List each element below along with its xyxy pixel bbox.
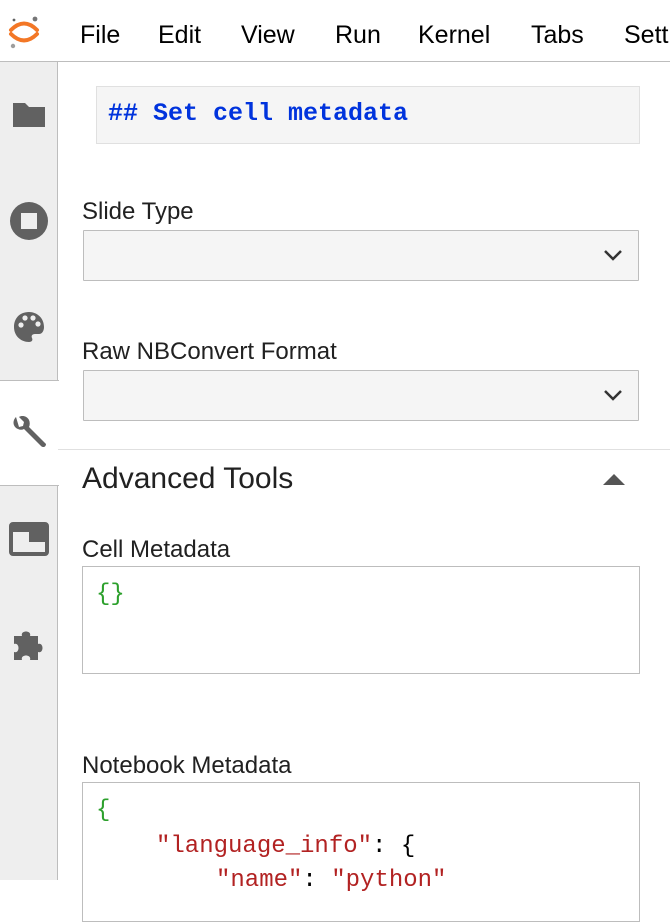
json-value: "python" bbox=[331, 867, 447, 894]
json-key: "language_info" bbox=[156, 833, 373, 860]
menu-edit[interactable]: Edit bbox=[158, 20, 201, 50]
puzzle-icon bbox=[14, 631, 43, 660]
menu-run[interactable]: Run bbox=[335, 20, 381, 50]
sidebar-tab-extensions[interactable] bbox=[0, 592, 58, 698]
json-line-language-info: "language_info": { bbox=[156, 833, 415, 860]
jupyter-logo-icon[interactable] bbox=[6, 14, 42, 50]
raw-format-select[interactable] bbox=[83, 370, 639, 421]
active-cell-preview: ## Set cell metadata bbox=[96, 86, 640, 144]
json-key: "name" bbox=[216, 867, 303, 894]
cell-metadata-label: Cell Metadata bbox=[82, 536, 231, 563]
json-punctuation: : { bbox=[372, 833, 416, 860]
tab-window-icon bbox=[9, 522, 49, 556]
left-sidebar bbox=[0, 62, 59, 880]
advanced-tools-title[interactable]: Advanced Tools bbox=[82, 462, 293, 496]
cell-metadata-editor[interactable]: {} bbox=[82, 566, 640, 674]
notebook-metadata-editor[interactable]: { "language_info": { "name": "python" bbox=[82, 782, 640, 922]
raw-format-label: Raw NBConvert Format bbox=[82, 338, 337, 365]
sidebar-tab-file-browser[interactable] bbox=[0, 62, 58, 168]
json-line-name: "name": "python" bbox=[216, 867, 446, 894]
menu-file[interactable]: File bbox=[80, 20, 120, 50]
notebook-metadata-label: Notebook Metadata bbox=[82, 752, 292, 779]
sidebar-tab-running[interactable] bbox=[0, 168, 58, 274]
section-divider bbox=[58, 449, 670, 450]
menu-kernel[interactable]: Kernel bbox=[418, 20, 490, 50]
property-inspector-panel: ## Set cell metadata Slide Type Raw NBCo… bbox=[58, 62, 670, 922]
slide-type-select[interactable] bbox=[83, 230, 639, 281]
menu-tabs[interactable]: Tabs bbox=[531, 20, 584, 50]
json-punctuation: : bbox=[302, 867, 332, 894]
menu-bar: File Edit View Run Kernel Tabs Sett bbox=[0, 0, 670, 62]
sidebar-tab-commands[interactable] bbox=[0, 274, 58, 380]
palette-icon bbox=[14, 312, 44, 342]
sidebar-tab-property-inspector[interactable] bbox=[0, 380, 59, 486]
stop-circle-icon bbox=[10, 202, 48, 240]
sidebar-tab-open-tabs[interactable] bbox=[0, 486, 58, 592]
json-open-brace: { bbox=[96, 797, 111, 824]
cell-metadata-json: {} bbox=[96, 581, 125, 608]
wrench-icon bbox=[13, 416, 46, 448]
slide-type-label: Slide Type bbox=[82, 198, 194, 225]
menu-settings[interactable]: Sett bbox=[624, 20, 668, 50]
chevron-down-icon bbox=[604, 250, 622, 261]
chevron-down-icon bbox=[604, 390, 622, 401]
menu-view[interactable]: View bbox=[241, 20, 295, 50]
folder-icon bbox=[13, 103, 45, 127]
collapse-caret-up-icon[interactable] bbox=[602, 472, 626, 486]
